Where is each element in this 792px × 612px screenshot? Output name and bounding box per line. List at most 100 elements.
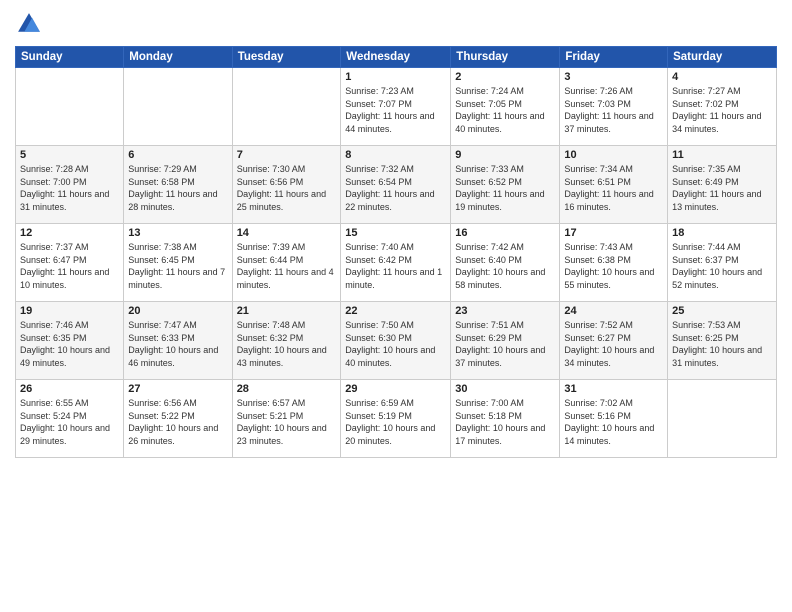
calendar-cell: 11 Sunrise: 7:35 AM Sunset: 6:49 PM Dayli…	[668, 146, 777, 224]
calendar-cell: 8 Sunrise: 7:32 AM Sunset: 6:54 PM Daylig…	[341, 146, 451, 224]
day-number: 4	[672, 71, 772, 83]
calendar-table: SundayMondayTuesdayWednesdayThursdayFrid…	[15, 46, 777, 458]
calendar-cell: 20 Sunrise: 7:47 AM Sunset: 6:33 PM Dayli…	[124, 302, 232, 380]
calendar-cell: 9 Sunrise: 7:33 AM Sunset: 6:52 PM Daylig…	[451, 146, 560, 224]
calendar-cell	[124, 68, 232, 146]
week-row-3: 19 Sunrise: 7:46 AM Sunset: 6:35 PM Dayli…	[16, 302, 777, 380]
day-number: 14	[237, 227, 337, 239]
day-info: Sunrise: 6:56 AM Sunset: 5:22 PM Dayligh…	[128, 397, 227, 447]
calendar-cell: 7 Sunrise: 7:30 AM Sunset: 6:56 PM Daylig…	[232, 146, 341, 224]
logo-icon	[15, 10, 43, 38]
day-number: 2	[455, 71, 555, 83]
day-number: 23	[455, 305, 555, 317]
day-number: 9	[455, 149, 555, 161]
day-number: 27	[128, 383, 227, 395]
day-number: 24	[564, 305, 663, 317]
calendar-cell: 30 Sunrise: 7:00 AM Sunset: 5:18 PM Dayli…	[451, 380, 560, 458]
day-info: Sunrise: 7:32 AM Sunset: 6:54 PM Dayligh…	[345, 163, 446, 213]
day-number: 15	[345, 227, 446, 239]
day-info: Sunrise: 7:42 AM Sunset: 6:40 PM Dayligh…	[455, 241, 555, 291]
day-info: Sunrise: 7:50 AM Sunset: 6:30 PM Dayligh…	[345, 319, 446, 369]
week-row-1: 5 Sunrise: 7:28 AM Sunset: 7:00 PM Daylig…	[16, 146, 777, 224]
calendar-cell: 29Sunrise: 6:59 AM Sunset: 5:19 PM Dayli…	[341, 380, 451, 458]
day-number: 26	[20, 383, 119, 395]
calendar-cell: 24Sunrise: 7:52 AM Sunset: 6:27 PM Dayli…	[560, 302, 668, 380]
weekday-header-saturday: Saturday	[668, 47, 777, 68]
day-number: 13	[128, 227, 227, 239]
calendar-cell: 12 Sunrise: 7:37 AM Sunset: 6:47 PM Dayli…	[16, 224, 124, 302]
day-number: 30	[455, 383, 555, 395]
day-info: Sunrise: 7:27 AM Sunset: 7:02 PM Dayligh…	[672, 85, 772, 135]
calendar-cell: 31 Sunrise: 7:02 AM Sunset: 5:16 PM Dayli…	[560, 380, 668, 458]
weekday-header-sunday: Sunday	[16, 47, 124, 68]
calendar-cell: 28 Sunrise: 6:57 AM Sunset: 5:21 PM Dayli…	[232, 380, 341, 458]
week-row-2: 12 Sunrise: 7:37 AM Sunset: 6:47 PM Dayli…	[16, 224, 777, 302]
day-info: Sunrise: 7:38 AM Sunset: 6:45 PM Dayligh…	[128, 241, 227, 291]
day-info: Sunrise: 7:40 AM Sunset: 6:42 PM Dayligh…	[345, 241, 446, 291]
day-number: 21	[237, 305, 337, 317]
calendar-cell: 13 Sunrise: 7:38 AM Sunset: 6:45 PM Dayli…	[124, 224, 232, 302]
day-info: Sunrise: 7:23 AM Sunset: 7:07 PM Dayligh…	[345, 85, 446, 135]
calendar-cell: 6Sunrise: 7:29 AM Sunset: 6:58 PM Daylig…	[124, 146, 232, 224]
day-info: Sunrise: 7:02 AM Sunset: 5:16 PM Dayligh…	[564, 397, 663, 447]
calendar-cell: 23 Sunrise: 7:51 AM Sunset: 6:29 PM Dayli…	[451, 302, 560, 380]
calendar-cell: 5 Sunrise: 7:28 AM Sunset: 7:00 PM Daylig…	[16, 146, 124, 224]
day-number: 12	[20, 227, 119, 239]
calendar-cell: 25Sunrise: 7:53 AM Sunset: 6:25 PM Dayli…	[668, 302, 777, 380]
weekday-header-friday: Friday	[560, 47, 668, 68]
calendar-cell: 15 Sunrise: 7:40 AM Sunset: 6:42 PM Dayli…	[341, 224, 451, 302]
day-info: Sunrise: 6:55 AM Sunset: 5:24 PM Dayligh…	[20, 397, 119, 447]
calendar-cell: 27 Sunrise: 6:56 AM Sunset: 5:22 PM Dayli…	[124, 380, 232, 458]
day-info: Sunrise: 7:33 AM Sunset: 6:52 PM Dayligh…	[455, 163, 555, 213]
calendar-cell: 22 Sunrise: 7:50 AM Sunset: 6:30 PM Dayli…	[341, 302, 451, 380]
logo	[15, 10, 47, 38]
day-info: Sunrise: 7:39 AM Sunset: 6:44 PM Dayligh…	[237, 241, 337, 291]
day-info: Sunrise: 7:51 AM Sunset: 6:29 PM Dayligh…	[455, 319, 555, 369]
day-number: 18	[672, 227, 772, 239]
calendar-cell: 21 Sunrise: 7:48 AM Sunset: 6:32 PM Dayli…	[232, 302, 341, 380]
calendar-cell: 10 Sunrise: 7:34 AM Sunset: 6:51 PM Dayli…	[560, 146, 668, 224]
weekday-header-row: SundayMondayTuesdayWednesdayThursdayFrid…	[16, 47, 777, 68]
calendar-cell: 1 Sunrise: 7:23 AM Sunset: 7:07 PM Daylig…	[341, 68, 451, 146]
calendar-cell: 4 Sunrise: 7:27 AM Sunset: 7:02 PM Daylig…	[668, 68, 777, 146]
day-info: Sunrise: 7:47 AM Sunset: 6:33 PM Dayligh…	[128, 319, 227, 369]
calendar-cell: 19 Sunrise: 7:46 AM Sunset: 6:35 PM Dayli…	[16, 302, 124, 380]
weekday-header-thursday: Thursday	[451, 47, 560, 68]
day-number: 7	[237, 149, 337, 161]
calendar-cell: 18Sunrise: 7:44 AM Sunset: 6:37 PM Dayli…	[668, 224, 777, 302]
day-info: Sunrise: 6:57 AM Sunset: 5:21 PM Dayligh…	[237, 397, 337, 447]
weekday-header-tuesday: Tuesday	[232, 47, 341, 68]
day-info: Sunrise: 7:26 AM Sunset: 7:03 PM Dayligh…	[564, 85, 663, 135]
day-info: Sunrise: 7:46 AM Sunset: 6:35 PM Dayligh…	[20, 319, 119, 369]
page: SundayMondayTuesdayWednesdayThursdayFrid…	[0, 0, 792, 612]
day-info: Sunrise: 7:34 AM Sunset: 6:51 PM Dayligh…	[564, 163, 663, 213]
day-number: 1	[345, 71, 446, 83]
day-info: Sunrise: 7:48 AM Sunset: 6:32 PM Dayligh…	[237, 319, 337, 369]
calendar-cell: 26 Sunrise: 6:55 AM Sunset: 5:24 PM Dayli…	[16, 380, 124, 458]
week-row-4: 26 Sunrise: 6:55 AM Sunset: 5:24 PM Dayli…	[16, 380, 777, 458]
day-number: 20	[128, 305, 227, 317]
day-number: 8	[345, 149, 446, 161]
day-info: Sunrise: 7:29 AM Sunset: 6:58 PM Dayligh…	[128, 163, 227, 213]
day-info: Sunrise: 7:37 AM Sunset: 6:47 PM Dayligh…	[20, 241, 119, 291]
day-info: Sunrise: 7:00 AM Sunset: 5:18 PM Dayligh…	[455, 397, 555, 447]
day-number: 31	[564, 383, 663, 395]
day-info: Sunrise: 7:53 AM Sunset: 6:25 PM Dayligh…	[672, 319, 772, 369]
day-number: 16	[455, 227, 555, 239]
day-info: Sunrise: 7:28 AM Sunset: 7:00 PM Dayligh…	[20, 163, 119, 213]
day-number: 3	[564, 71, 663, 83]
calendar-cell	[16, 68, 124, 146]
day-info: Sunrise: 7:24 AM Sunset: 7:05 PM Dayligh…	[455, 85, 555, 135]
day-number: 5	[20, 149, 119, 161]
day-info: Sunrise: 7:43 AM Sunset: 6:38 PM Dayligh…	[564, 241, 663, 291]
day-number: 22	[345, 305, 446, 317]
day-number: 28	[237, 383, 337, 395]
weekday-header-monday: Monday	[124, 47, 232, 68]
day-number: 11	[672, 149, 772, 161]
day-info: Sunrise: 7:30 AM Sunset: 6:56 PM Dayligh…	[237, 163, 337, 213]
day-info: Sunrise: 7:35 AM Sunset: 6:49 PM Dayligh…	[672, 163, 772, 213]
day-number: 19	[20, 305, 119, 317]
day-number: 10	[564, 149, 663, 161]
weekday-header-wednesday: Wednesday	[341, 47, 451, 68]
day-number: 29	[345, 383, 446, 395]
